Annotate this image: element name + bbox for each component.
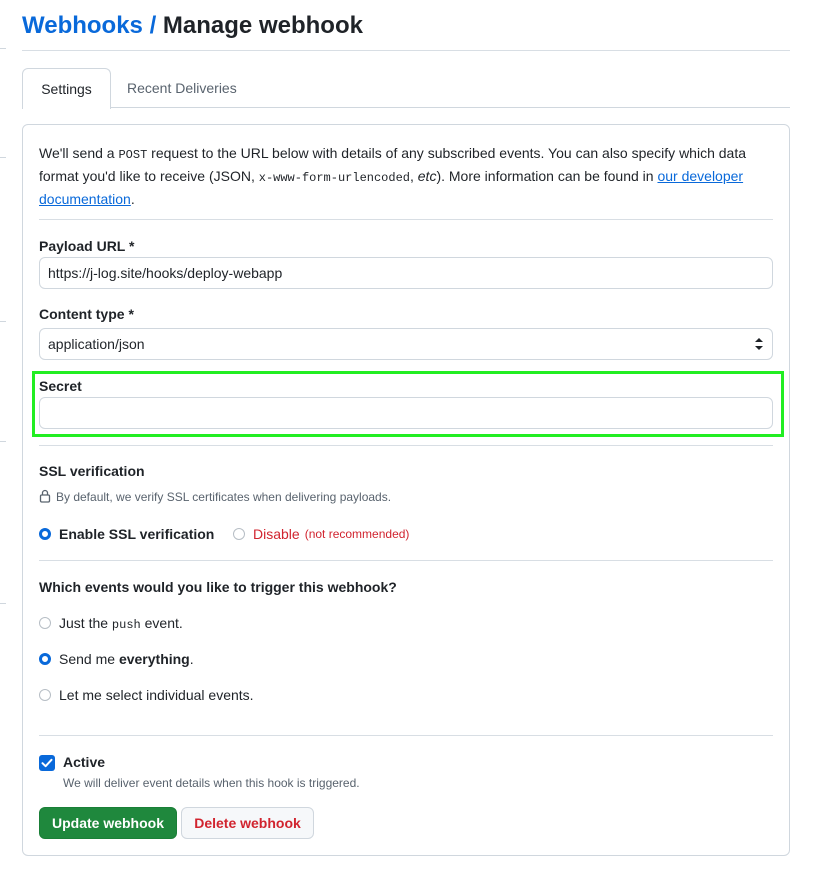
payload-url-input[interactable]	[39, 257, 773, 289]
divider	[39, 219, 773, 220]
events-individual-label: Let me select individual events.	[59, 687, 254, 703]
checkmark-icon	[41, 758, 53, 768]
active-checkbox[interactable]	[39, 755, 55, 771]
secret-label: Secret	[39, 378, 82, 394]
update-webhook-button[interactable]: Update webhook	[39, 807, 177, 839]
events-push-label: Just the push event.	[59, 614, 183, 632]
events-question: Which events would you like to trigger t…	[39, 579, 397, 595]
intro-text: We'll send a POST request to the URL bel…	[39, 145, 746, 207]
ssl-disable-note: (not recommended)	[304, 527, 410, 541]
active-note: We will deliver event details when this …	[63, 776, 360, 790]
select-arrows-icon	[755, 338, 763, 350]
ssl-disable-radio[interactable]	[233, 528, 245, 540]
edge-divider	[0, 48, 6, 49]
events-individual-option[interactable]: Let me select individual events.	[39, 685, 254, 705]
edge-divider	[0, 603, 6, 604]
title-divider	[22, 50, 790, 51]
delete-webhook-button[interactable]: Delete webhook	[181, 807, 314, 839]
page-title: Webhooks / Manage webhook	[22, 10, 363, 42]
active-label: Active	[63, 754, 106, 770]
tab-bar: Settings Recent Deliveries	[22, 68, 790, 109]
events-individual-radio[interactable]	[39, 689, 51, 701]
divider	[39, 560, 773, 561]
ssl-enable-option[interactable]: Enable SSL verification	[39, 524, 214, 544]
edge-divider	[0, 441, 6, 442]
events-push-radio[interactable]	[39, 617, 51, 629]
ssl-enable-radio[interactable]	[39, 528, 51, 540]
ssl-enable-label: Enable SSL verification	[59, 526, 215, 542]
ssl-disable-label: Disable	[253, 526, 300, 542]
post-code: POST	[118, 148, 148, 162]
urlencoded-code: x-www-form-urlencoded	[258, 171, 410, 185]
lock-icon	[39, 489, 51, 503]
breadcrumb-current: Manage webhook	[162, 12, 363, 39]
events-push-option[interactable]: Just the push event.	[39, 613, 183, 633]
divider	[39, 735, 773, 736]
ssl-disable-option[interactable]: Disable (not recommended)	[233, 524, 409, 544]
breadcrumb-separator: /	[142, 12, 163, 39]
events-everything-option[interactable]: Send me everything.	[39, 649, 194, 669]
payload-url-label: Payload URL *	[39, 238, 135, 254]
content-type-value: application/json	[48, 336, 145, 352]
ssl-title: SSL verification	[39, 463, 145, 479]
edge-divider	[0, 321, 6, 322]
secret-input[interactable]	[39, 397, 773, 429]
divider	[39, 445, 773, 446]
content-type-label: Content type *	[39, 306, 134, 322]
content-type-select[interactable]: application/json	[39, 328, 773, 360]
events-everything-label: Send me everything.	[59, 651, 194, 667]
edge-divider	[0, 157, 6, 158]
events-everything-radio[interactable]	[39, 653, 51, 665]
tab-recent-deliveries[interactable]: Recent Deliveries	[111, 68, 253, 108]
webhook-form-panel: We'll send a POST request to the URL bel…	[22, 124, 790, 856]
breadcrumb-webhooks-link[interactable]: Webhooks	[22, 12, 143, 39]
ssl-note: By default, we verify SSL certificates w…	[39, 488, 391, 506]
tab-settings[interactable]: Settings	[22, 68, 111, 109]
